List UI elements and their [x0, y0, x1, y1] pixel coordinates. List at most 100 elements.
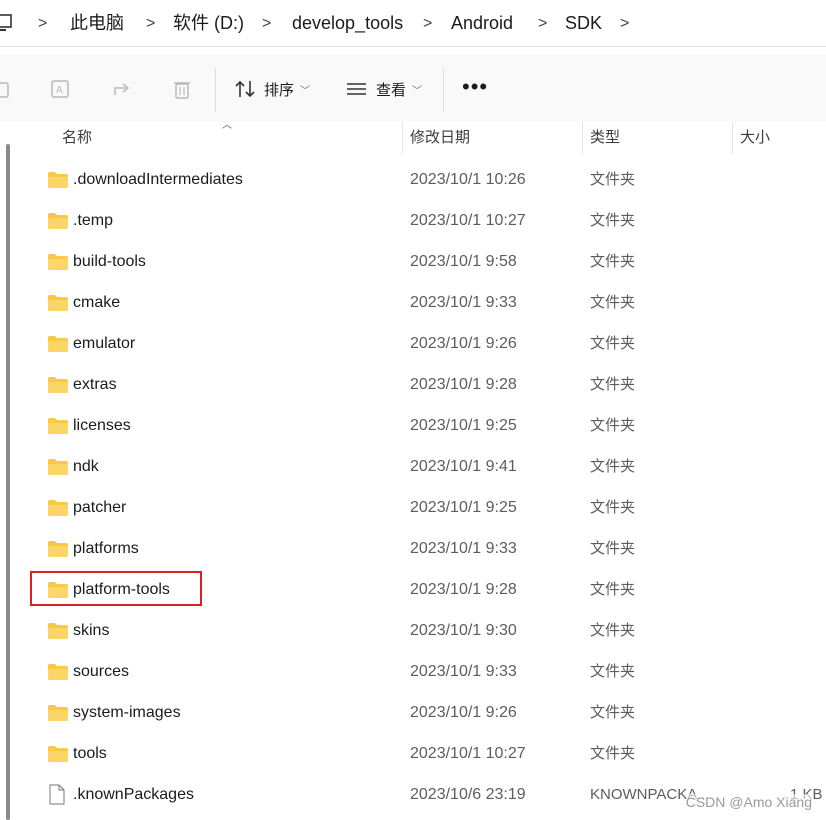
- breadcrumb-separator: >: [620, 15, 630, 32]
- chevron-down-icon: ﹀: [412, 85, 423, 97]
- command-bar: A 排序 ﹀ 查看 ﹀ •••: [0, 54, 826, 122]
- file-row[interactable]: emulator 2023/10/1 9:26 文件夹: [22, 324, 826, 365]
- file-row[interactable]: patcher 2023/10/1 9:25 文件夹: [22, 488, 826, 529]
- file-name: .temp: [73, 212, 114, 229]
- breadcrumb-separator: >: [38, 15, 48, 32]
- file-name: tools: [73, 745, 107, 762]
- file-type: 文件夹: [590, 376, 636, 393]
- modified-date: 2023/10/1 9:33: [410, 540, 517, 557]
- file-type: 文件夹: [590, 253, 636, 270]
- toolbar-divider: [443, 68, 444, 112]
- file-type: 文件夹: [590, 212, 636, 229]
- column-divider[interactable]: [732, 122, 733, 154]
- modified-date: 2023/10/1 10:27: [410, 745, 526, 762]
- modified-date: 2023/10/1 9:26: [410, 335, 517, 352]
- scrollbar-thumb[interactable]: [6, 144, 10, 820]
- folder-icon: [48, 418, 68, 434]
- file-row[interactable]: ndk 2023/10/1 9:41 文件夹: [22, 447, 826, 488]
- delete-icon[interactable]: [171, 78, 193, 100]
- folder-icon: [48, 541, 68, 557]
- modified-date: 2023/10/1 9:28: [410, 376, 517, 393]
- file-row[interactable]: .downloadIntermediates 2023/10/1 10:26 文件夹: [22, 160, 826, 201]
- breadcrumb-separator: >: [262, 15, 272, 32]
- view-icon: [347, 83, 366, 95]
- file-row[interactable]: cmake 2023/10/1 9:33 文件夹: [22, 283, 826, 324]
- file-row[interactable]: skins 2023/10/1 9:30 文件夹: [22, 611, 826, 652]
- breadcrumb-separator: >: [146, 15, 156, 32]
- column-header-size[interactable]: 大小: [740, 122, 770, 154]
- folder-icon: [48, 500, 68, 516]
- breadcrumb-item-this-pc[interactable]: 此电脑: [70, 12, 124, 34]
- modified-date: 2023/10/1 9:26: [410, 704, 517, 721]
- chevron-down-icon: ﹀: [300, 85, 311, 97]
- share-icon[interactable]: [111, 78, 133, 100]
- modified-date: 2023/10/1 9:33: [410, 663, 517, 680]
- file-type: 文件夹: [590, 417, 636, 434]
- file-type: 文件夹: [590, 663, 636, 680]
- modified-date: 2023/10/6 23:19: [410, 786, 526, 803]
- file-name: emulator: [73, 335, 136, 352]
- rename-icon[interactable]: A: [50, 78, 72, 100]
- file-type: 文件夹: [590, 335, 636, 352]
- file-name: .downloadIntermediates: [73, 171, 243, 188]
- file-row[interactable]: extras 2023/10/1 9:28 文件夹: [22, 365, 826, 406]
- folder-icon: [48, 459, 68, 475]
- column-header-name[interactable]: 名称: [62, 122, 92, 154]
- breadcrumb-item-sdk[interactable]: SDK: [565, 12, 602, 34]
- address-bar[interactable]: > 此电脑 > 软件 (D:) > develop_tools > Androi…: [0, 0, 826, 47]
- view-button[interactable]: 查看 ﹀: [346, 76, 422, 102]
- more-options-button[interactable]: •••: [462, 76, 488, 98]
- file-type: 文件夹: [590, 745, 636, 762]
- folder-icon: [48, 254, 68, 270]
- view-label: 查看: [376, 81, 407, 99]
- column-header-date[interactable]: 修改日期: [410, 122, 470, 154]
- breadcrumb-item-android[interactable]: Android: [451, 12, 513, 34]
- folder-icon: [48, 172, 68, 188]
- sort-label: 排序: [264, 81, 295, 99]
- file-list: ︿ 名称 修改日期 类型 大小 .downloadIntermediates 20…: [0, 120, 826, 820]
- file-type: 文件夹: [590, 704, 636, 721]
- watermark: CSDN @Amo Xiang: [685, 794, 812, 810]
- file-icon: [49, 784, 65, 805]
- modified-date: 2023/10/1 10:27: [410, 212, 526, 229]
- sort-icon: [235, 80, 255, 98]
- file-name: cmake: [73, 294, 121, 311]
- file-name: build-tools: [73, 253, 146, 270]
- modified-date: 2023/10/1 9:28: [410, 581, 517, 598]
- column-header-type[interactable]: 类型: [590, 122, 620, 154]
- file-type: 文件夹: [590, 294, 636, 311]
- folder-icon: [48, 623, 68, 639]
- file-name: patcher: [73, 499, 127, 516]
- folder-icon: [48, 705, 68, 721]
- file-row[interactable]: system-images 2023/10/1 9:26 文件夹: [22, 693, 826, 734]
- column-divider[interactable]: [402, 122, 403, 154]
- computer-icon: [0, 14, 12, 31]
- file-row[interactable]: tools 2023/10/1 10:27 文件夹: [22, 734, 826, 775]
- file-type: 文件夹: [590, 458, 636, 475]
- sort-button[interactable]: 排序 ﹀: [234, 76, 310, 102]
- copy-icon[interactable]: [0, 78, 14, 100]
- file-row[interactable]: licenses 2023/10/1 9:25 文件夹: [22, 406, 826, 447]
- folder-icon: [48, 213, 68, 229]
- file-type: 文件夹: [590, 622, 636, 639]
- file-name: ndk: [73, 458, 99, 475]
- folder-icon: [48, 664, 68, 680]
- file-row[interactable]: .temp 2023/10/1 10:27 文件夹: [22, 201, 826, 242]
- file-row[interactable]: platforms 2023/10/1 9:33 文件夹: [22, 529, 826, 570]
- toolbar-divider: [215, 68, 216, 112]
- folder-icon: [48, 295, 68, 311]
- modified-date: 2023/10/1 9:30: [410, 622, 517, 639]
- modified-date: 2023/10/1 9:25: [410, 499, 517, 516]
- modified-date: 2023/10/1 9:58: [410, 253, 517, 270]
- file-type: 文件夹: [590, 171, 636, 188]
- file-row[interactable]: build-tools 2023/10/1 9:58 文件夹: [22, 242, 826, 283]
- file-name: skins: [73, 622, 110, 639]
- file-row[interactable]: sources 2023/10/1 9:33 文件夹: [22, 652, 826, 693]
- modified-date: 2023/10/1 10:26: [410, 171, 526, 188]
- scrollbar[interactable]: [0, 122, 18, 820]
- breadcrumb-item-develop-tools[interactable]: develop_tools: [292, 12, 403, 34]
- column-divider[interactable]: [582, 122, 583, 154]
- file-type: 文件夹: [590, 499, 636, 516]
- breadcrumb-item-drive-d[interactable]: 软件 (D:): [173, 12, 244, 34]
- file-name: .knownPackages: [73, 786, 194, 803]
